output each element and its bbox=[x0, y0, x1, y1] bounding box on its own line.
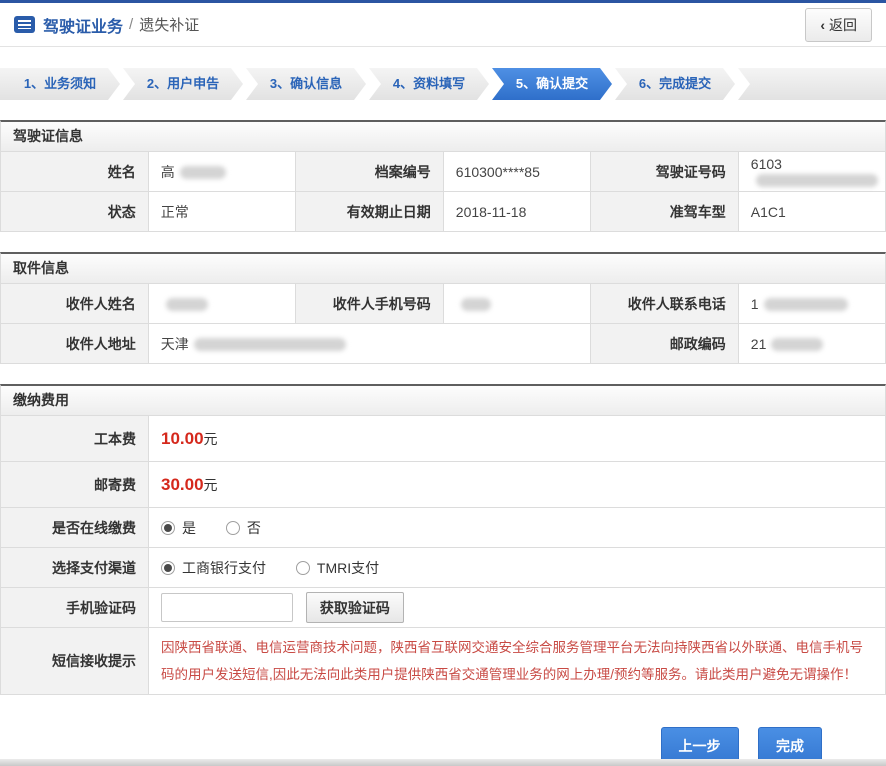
radio-unchecked-icon bbox=[226, 521, 240, 535]
back-button[interactable]: ‹返回 bbox=[805, 8, 872, 42]
table-row: 是否在线缴费 是 否 bbox=[1, 508, 886, 548]
name-label: 姓名 bbox=[1, 152, 149, 192]
postage-fee-value: 30.00元 bbox=[149, 462, 886, 508]
step-1-business-notice: 1、业务须知 bbox=[0, 68, 120, 100]
payment-channel-options: 工商银行支付 TMRI支付 bbox=[149, 548, 886, 588]
back-button-label: 返回 bbox=[829, 17, 857, 33]
sms-code-input[interactable] bbox=[161, 593, 293, 622]
redacted-name bbox=[180, 166, 226, 179]
table-row: 姓名 高 档案编号 610300****85 驾驶证号码 6103 bbox=[1, 152, 886, 192]
table-row: 状态 正常 有效期止日期 2018-11-18 准驾车型 A1C1 bbox=[1, 192, 886, 232]
recipient-name-value bbox=[148, 284, 295, 324]
redacted-license-number bbox=[756, 174, 878, 187]
base-fee-label: 工本费 bbox=[1, 416, 149, 462]
sms-notice-label: 短信接收提示 bbox=[1, 628, 149, 695]
recipient-address-value: 天津 bbox=[148, 324, 590, 364]
radio-checked-icon bbox=[161, 561, 175, 575]
recipient-address-label: 收件人地址 bbox=[1, 324, 149, 364]
table-row: 短信接收提示 因陕西省联通、电信运营商技术问题，陕西省互联网交通安全综合服务管理… bbox=[1, 628, 886, 695]
window-bottom-edge bbox=[0, 759, 886, 766]
payment-channel-label: 选择支付渠道 bbox=[1, 548, 149, 588]
table-row: 收件人地址 天津 邮政编码 21 bbox=[1, 324, 886, 364]
table-row: 选择支付渠道 工商银行支付 TMRI支付 bbox=[1, 548, 886, 588]
step-6-complete-submit: 6、完成提交 bbox=[615, 68, 735, 100]
redacted-recipient-phone bbox=[461, 298, 491, 311]
step-5-confirm-submit-active: 5、确认提交 bbox=[492, 68, 612, 100]
fees-section-title: 缴纳费用 bbox=[0, 384, 886, 415]
postage-fee-amount: 30.00 bbox=[161, 475, 204, 494]
redacted-recipient-name bbox=[166, 298, 208, 311]
step-bar-filler bbox=[738, 68, 886, 100]
license-section-title: 驾驶证信息 bbox=[0, 120, 886, 151]
file-number-label: 档案编号 bbox=[296, 152, 444, 192]
table-row: 工本费 10.00元 bbox=[1, 416, 886, 462]
vehicle-class-value: A1C1 bbox=[738, 192, 885, 232]
license-number-value: 6103 bbox=[738, 152, 885, 192]
postcode-value: 21 bbox=[738, 324, 885, 364]
step-4-fill-data: 4、资料填写 bbox=[369, 68, 489, 100]
license-number-label: 驾驶证号码 bbox=[591, 152, 739, 192]
radio-option-yes[interactable]: 是 bbox=[161, 518, 196, 538]
sms-code-label: 手机验证码 bbox=[1, 588, 149, 628]
recipient-contact-label: 收件人联系电话 bbox=[591, 284, 739, 324]
radio-option-icbc-pay[interactable]: 工商银行支付 bbox=[161, 558, 266, 578]
table-row: 手机验证码 获取验证码 bbox=[1, 588, 886, 628]
step-wizard: 1、业务须知 2、用户申告 3、确认信息 4、资料填写 5、确认提交 6、完成提… bbox=[0, 68, 886, 100]
breadcrumb-current: 遗失补证 bbox=[139, 14, 199, 35]
sms-code-cell: 获取验证码 bbox=[149, 588, 886, 628]
table-row: 邮寄费 30.00元 bbox=[1, 462, 886, 508]
fee-unit: 元 bbox=[204, 431, 218, 447]
redacted-recipient-address bbox=[194, 338, 346, 351]
recipient-phone-label: 收件人手机号码 bbox=[296, 284, 444, 324]
expiry-date-value: 2018-11-18 bbox=[443, 192, 590, 232]
breadcrumb-separator: / bbox=[129, 16, 133, 33]
base-fee-amount: 10.00 bbox=[161, 429, 204, 448]
delivery-section-title: 取件信息 bbox=[0, 252, 886, 283]
vehicle-class-label: 准驾车型 bbox=[591, 192, 739, 232]
redacted-postcode bbox=[771, 338, 823, 351]
fees-table: 工本费 10.00元 邮寄费 30.00元 是否在线缴费 是 否 选择支付渠道 … bbox=[0, 415, 886, 695]
radio-option-no[interactable]: 否 bbox=[226, 518, 261, 538]
page-title: 驾驶证业务 bbox=[43, 13, 123, 37]
license-info-table: 姓名 高 档案编号 610300****85 驾驶证号码 6103 状态 正常 … bbox=[0, 151, 886, 232]
delivery-info-section: 取件信息 收件人姓名 收件人手机号码 收件人联系电话 1 收件人地址 天津 邮政… bbox=[0, 252, 886, 364]
radio-option-tmri-pay[interactable]: TMRI支付 bbox=[296, 558, 379, 578]
sms-notice-cell: 因陕西省联通、电信运营商技术问题，陕西省互联网交通安全综合服务管理平台无法向持陕… bbox=[149, 628, 886, 695]
radio-unchecked-icon bbox=[296, 561, 310, 575]
file-number-value: 610300****85 bbox=[443, 152, 590, 192]
recipient-contact-value: 1 bbox=[738, 284, 885, 324]
expiry-date-label: 有效期止日期 bbox=[296, 192, 444, 232]
page-header: 驾驶证业务 / 遗失补证 ‹返回 bbox=[0, 3, 886, 47]
recipient-phone-value bbox=[443, 284, 590, 324]
postcode-label: 邮政编码 bbox=[591, 324, 739, 364]
postage-fee-label: 邮寄费 bbox=[1, 462, 149, 508]
get-code-button[interactable]: 获取验证码 bbox=[306, 592, 404, 623]
recipient-name-label: 收件人姓名 bbox=[1, 284, 149, 324]
step-3-confirm-info: 3、确认信息 bbox=[246, 68, 366, 100]
status-value: 正常 bbox=[148, 192, 295, 232]
fee-unit: 元 bbox=[204, 477, 218, 493]
fees-section: 缴纳费用 工本费 10.00元 邮寄费 30.00元 是否在线缴费 是 否 选择… bbox=[0, 384, 886, 695]
name-value: 高 bbox=[148, 152, 295, 192]
delivery-info-table: 收件人姓名 收件人手机号码 收件人联系电话 1 收件人地址 天津 邮政编码 21 bbox=[0, 283, 886, 364]
step-2-user-declaration: 2、用户申告 bbox=[123, 68, 243, 100]
chevron-left-icon: ‹ bbox=[820, 17, 825, 33]
base-fee-value: 10.00元 bbox=[149, 416, 886, 462]
sms-notice-text: 因陕西省联通、电信运营商技术问题，陕西省互联网交通安全综合服务管理平台无法向持陕… bbox=[161, 628, 873, 694]
table-row: 收件人姓名 收件人手机号码 收件人联系电话 1 bbox=[1, 284, 886, 324]
license-info-section: 驾驶证信息 姓名 高 档案编号 610300****85 驾驶证号码 6103 … bbox=[0, 120, 886, 232]
radio-checked-icon bbox=[161, 521, 175, 535]
status-label: 状态 bbox=[1, 192, 149, 232]
online-pay-options: 是 否 bbox=[149, 508, 886, 548]
online-pay-label: 是否在线缴费 bbox=[1, 508, 149, 548]
form-list-icon bbox=[14, 16, 35, 33]
redacted-recipient-contact bbox=[764, 298, 848, 311]
